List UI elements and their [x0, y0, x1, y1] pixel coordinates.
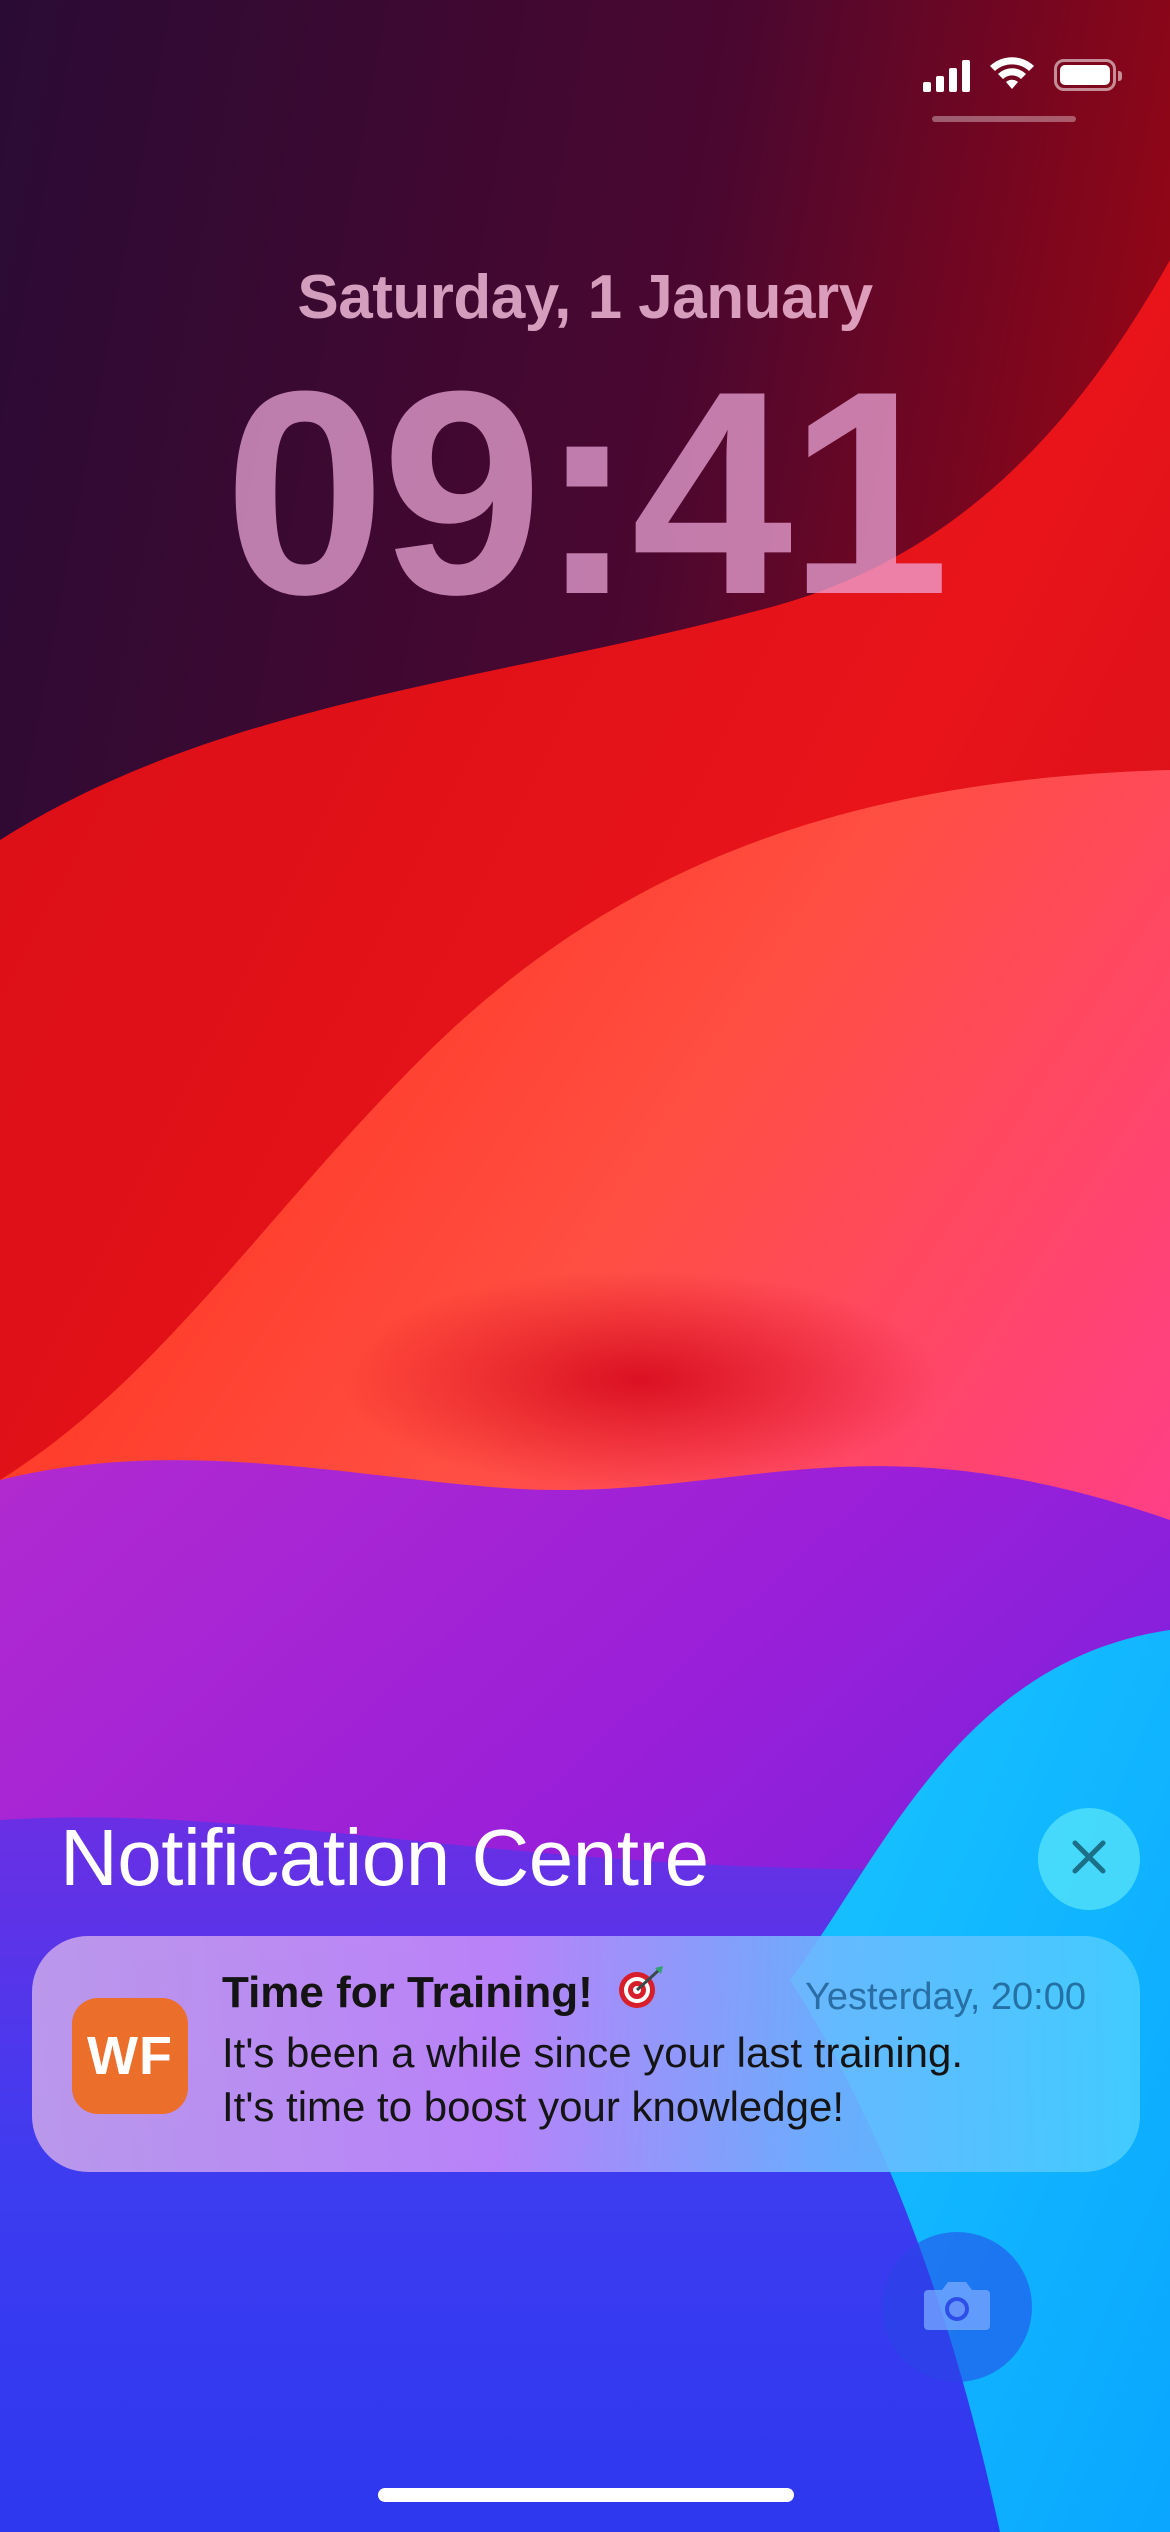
- notification-body: It's been a while since your last traini…: [222, 2026, 1082, 2134]
- notification-title: Time for Training!: [222, 1965, 667, 2021]
- lock-screen-date: Saturday, 1 January: [297, 263, 873, 332]
- status-indicator-line: [932, 116, 1076, 122]
- dart-target-icon: [615, 1964, 667, 2021]
- notification-timestamp: Yesterday, 20:00: [805, 1976, 1086, 2018]
- notification-card[interactable]: WF Time for Training! Yesterday, 20:00 I…: [32, 1936, 1140, 2172]
- clear-notifications-button[interactable]: [1038, 1808, 1140, 1910]
- battery-icon: [1054, 59, 1122, 91]
- notification-body-line-1: It's been a while since your last traini…: [222, 2029, 964, 2076]
- notification-body-line-2: It's time to boost your knowledge!: [222, 2083, 845, 2130]
- camera-button[interactable]: [882, 2232, 1032, 2382]
- app-icon-label: WF: [87, 2026, 173, 2086]
- battery-level: [1060, 65, 1110, 85]
- notification-title-text: Time for Training!: [222, 1968, 593, 2017]
- close-icon: [1069, 1837, 1109, 1882]
- notification-centre-title: Notification Centre: [60, 1813, 709, 1902]
- home-indicator[interactable]: [378, 2488, 794, 2502]
- status-bar: [923, 52, 1122, 98]
- app-icon: WF: [72, 1998, 188, 2114]
- wifi-icon: [988, 55, 1036, 96]
- lock-screen-clock: 09:41: [224, 331, 950, 655]
- camera-icon: [922, 2278, 992, 2337]
- cellular-signal-icon: [923, 58, 970, 92]
